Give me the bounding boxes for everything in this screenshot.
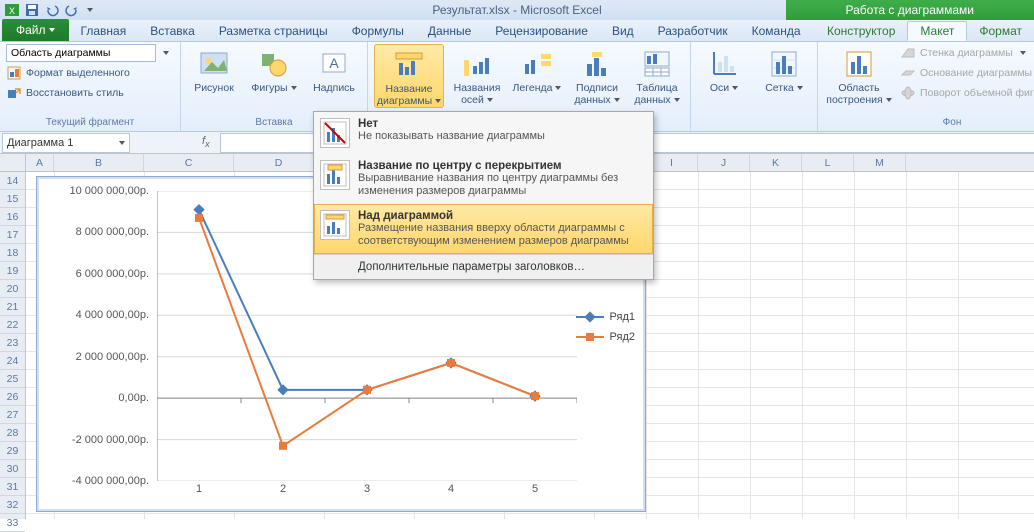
name-box[interactable]: Диаграмма 1 bbox=[2, 133, 130, 153]
plot-area-button[interactable]: Область построения bbox=[824, 44, 894, 106]
menu-item-overlay[interactable]: Название по центру с перекрытиемВыравнив… bbox=[314, 154, 653, 204]
quick-access-toolbar: X bbox=[0, 2, 93, 18]
ribbon-tabs: Файл Главная Вставка Разметка страницы Ф… bbox=[0, 20, 1034, 42]
chart-legend[interactable]: Ряд1 Ряд2 bbox=[576, 307, 635, 347]
excel-icon: X bbox=[4, 2, 20, 18]
group-axes: Оси Сетка bbox=[691, 42, 818, 131]
chart-element-selector[interactable] bbox=[6, 44, 156, 62]
group-label: Текущий фрагмент bbox=[6, 115, 174, 131]
svg-text:A: A bbox=[329, 55, 339, 71]
legend-button[interactable]: Легенда bbox=[510, 44, 564, 94]
menu-item-above[interactable]: Над диаграммойРазмещение названия вверху… bbox=[314, 204, 653, 254]
tab-view[interactable]: Вид bbox=[600, 21, 646, 41]
row-headers: 1415161718192021222324252627282930313233 bbox=[0, 154, 26, 519]
svg-text:X: X bbox=[9, 6, 15, 16]
legend-item[interactable]: Ряд1 bbox=[576, 307, 635, 327]
legend-item[interactable]: Ряд2 bbox=[576, 327, 635, 347]
qat-dropdown-icon[interactable] bbox=[87, 8, 93, 12]
tab-home[interactable]: Главная bbox=[69, 21, 139, 41]
gridlines-button[interactable]: Сетка bbox=[757, 44, 811, 94]
tab-formulas[interactable]: Формулы bbox=[340, 21, 416, 41]
textbox-button[interactable]: AНадпись bbox=[307, 44, 361, 94]
picture-button[interactable]: Рисунок bbox=[187, 44, 241, 94]
format-selection-button[interactable]: Формат выделенного bbox=[6, 64, 130, 82]
tab-layout[interactable]: Макет bbox=[907, 21, 967, 41]
axis-titles-button[interactable]: Названия осей bbox=[450, 44, 504, 106]
redo-icon[interactable] bbox=[64, 2, 80, 18]
group-background: Область построения Стенка диаграммы Осно… bbox=[818, 42, 1034, 131]
tab-format[interactable]: Формат bbox=[967, 21, 1034, 41]
chart-title-menu: НетНе показывать название диаграммыНазва… bbox=[313, 111, 654, 280]
tab-design[interactable]: Конструктор bbox=[815, 21, 907, 41]
title-bar: X Результат.xlsx - Microsoft Excel Работ… bbox=[0, 0, 1034, 20]
tab-file[interactable]: Файл bbox=[2, 19, 69, 41]
chart-x-axis-labels: 12345 bbox=[157, 483, 577, 499]
group-label bbox=[697, 115, 811, 131]
tab-data[interactable]: Данные bbox=[416, 21, 483, 41]
tab-review[interactable]: Рецензирование bbox=[483, 21, 600, 41]
chart-title-button[interactable]: Название диаграммы bbox=[374, 44, 444, 108]
undo-icon[interactable] bbox=[44, 2, 60, 18]
data-labels-button[interactable]: Подписи данных bbox=[570, 44, 624, 106]
tab-team[interactable]: Команда bbox=[740, 21, 813, 41]
chart-wall-button: Стенка диаграммы bbox=[900, 44, 1034, 62]
menu-item-none[interactable]: НетНе показывать название диаграммы bbox=[314, 112, 653, 154]
chart-floor-button: Основание диаграммы bbox=[900, 64, 1034, 82]
fx-icon[interactable]: fx bbox=[202, 135, 210, 149]
save-icon[interactable] bbox=[24, 2, 40, 18]
tab-pagelayout[interactable]: Разметка страницы bbox=[207, 21, 340, 41]
reset-style-button[interactable]: Восстановить стиль bbox=[6, 84, 124, 102]
data-table-button[interactable]: Таблица данных bbox=[630, 44, 684, 106]
group-current-selection: Формат выделенного Восстановить стиль Те… bbox=[0, 42, 181, 131]
tab-insert[interactable]: Вставка bbox=[138, 21, 207, 41]
menu-more-options[interactable]: Дополнительные параметры заголовков… bbox=[314, 254, 653, 279]
chart-y-axis-labels: -4 000 000,00p.-2 000 000,00p.0,00p.2 00… bbox=[37, 191, 155, 481]
3d-rotation-button: Поворот объемной фигуры bbox=[900, 84, 1034, 102]
group-label: Фон bbox=[824, 115, 1034, 131]
context-tab-header: Работа с диаграммами bbox=[786, 0, 1034, 20]
axes-button[interactable]: Оси bbox=[697, 44, 751, 94]
shapes-button[interactable]: Фигуры bbox=[247, 44, 301, 94]
tab-developer[interactable]: Разработчик bbox=[646, 21, 740, 41]
